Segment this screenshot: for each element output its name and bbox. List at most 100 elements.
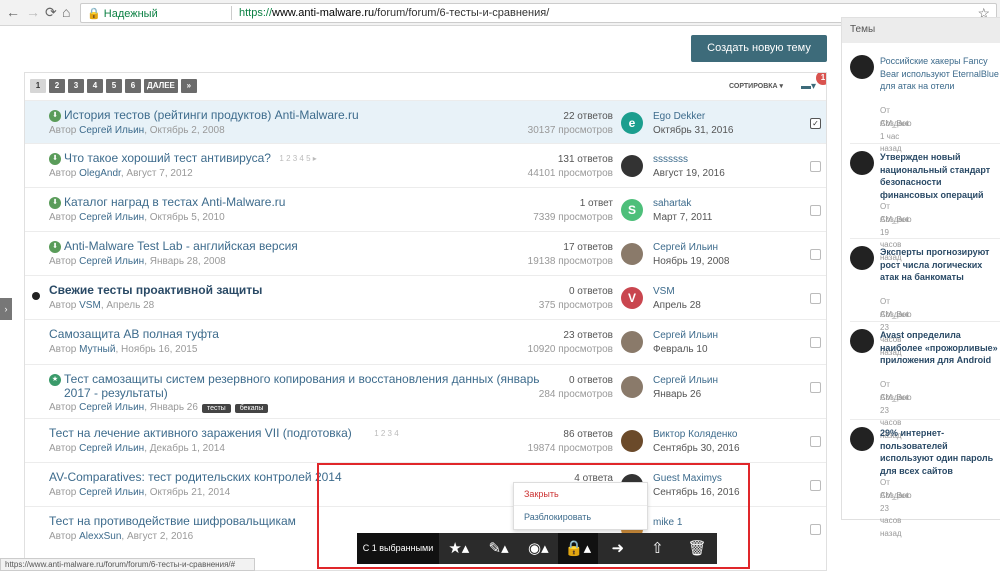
page-4[interactable]: 4 — [87, 79, 103, 93]
avatar[interactable] — [621, 376, 643, 398]
sidebar-title: Темы — [842, 18, 1000, 43]
topic-stats: 23 ответов 10920 просмотров — [527, 330, 613, 355]
topic-meta: Автор VSM, Апрель 28 — [49, 300, 155, 311]
topic-stats: 22 ответов 30137 просмотров — [527, 111, 613, 136]
row-select-checkbox[interactable] — [810, 161, 821, 172]
home-icon[interactable]: ⌂ — [62, 4, 70, 20]
last-poster-link[interactable]: Сергей Ильин — [653, 329, 718, 343]
row-select-checkbox[interactable] — [810, 249, 821, 260]
sidebar-topic-title[interactable]: Утвержден новый национальный стандарт бе… — [880, 151, 1000, 201]
avatar[interactable]: S — [621, 199, 643, 221]
author-link[interactable]: Сергей Ильин — [79, 256, 144, 267]
avatar[interactable] — [621, 331, 643, 353]
create-topic-button[interactable]: Создать новую тему — [691, 35, 827, 62]
topic-pages[interactable]: 1 2 3 4 5 ▸ — [279, 154, 316, 163]
table-row[interactable]: Свежие тесты проактивной защиты Автор VSM… — [25, 275, 826, 319]
topic-title-link[interactable]: Тест на лечение активного заражения VII … — [49, 426, 352, 440]
row-select-checkbox[interactable] — [810, 480, 821, 491]
topic-title-link[interactable]: История тестов (рейтинги продуктов) Anti… — [64, 108, 359, 122]
row-select-checkbox[interactable] — [810, 524, 821, 535]
topic-title-link[interactable]: Что такое хороший тест антивируса? — [64, 151, 271, 165]
sidebar-topic-title[interactable]: Эксперты прогнозируют рост числа логичес… — [880, 246, 1000, 284]
last-poster-link[interactable]: Сергей Ильин — [653, 374, 718, 388]
row-select-checkbox[interactable] — [810, 382, 821, 393]
last-poster-link[interactable]: VSM — [653, 285, 701, 299]
table-row[interactable]: ⬇ Каталог наград в тестах Anti-Malware.ru… — [25, 187, 826, 231]
last-poster-link[interactable]: sssssss — [653, 153, 725, 167]
moderation-select-icon[interactable]: ▬▾ — [801, 81, 816, 92]
pinned-icon: ⬇ — [49, 241, 61, 253]
sidebar-topic-title[interactable]: 29% интернет-пользователей используют од… — [880, 427, 1000, 477]
topic-title-link[interactable]: Тест на противодействие шифровальщикам — [49, 514, 296, 528]
table-row[interactable]: ⬇ История тестов (рейтинги продуктов) Ant… — [25, 100, 826, 143]
divider — [850, 143, 1000, 144]
topic-tag[interactable]: бекапы — [234, 404, 269, 413]
author-link[interactable]: AlexxSun — [79, 531, 121, 542]
topic-stats: 1 ответ 7339 просмотров — [533, 198, 613, 223]
last-poster-link[interactable]: Ego Dekker — [653, 110, 733, 124]
row-select-checkbox[interactable] — [810, 205, 821, 216]
sidebar-topic-time: Создано 1 час назад — [880, 119, 912, 153]
avatar[interactable] — [621, 430, 643, 452]
topic-meta: Автор Мутный, Ноябрь 16, 2015 — [49, 344, 198, 355]
author-link[interactable]: Сергей Ильин — [79, 125, 144, 136]
topic-title-link[interactable]: Anti-Malware Test Lab - английская верси… — [64, 239, 298, 253]
avatar[interactable]: e — [621, 112, 643, 134]
topic-title-link[interactable]: AV-Comparatives: тест родительских контр… — [49, 470, 342, 484]
page-3[interactable]: 3 — [68, 79, 84, 93]
last-poster-link[interactable]: sahartak — [653, 197, 712, 211]
divider — [231, 6, 232, 20]
author-link[interactable]: Сергей Ильин — [79, 443, 144, 454]
pinned-icon: ⬇ — [49, 110, 61, 122]
row-select-checkbox[interactable] — [810, 337, 821, 348]
page-1[interactable]: 1 — [30, 79, 46, 93]
row-select-checkbox[interactable] — [810, 436, 821, 447]
back-icon[interactable]: ← — [6, 4, 20, 20]
topic-meta: Автор Сергей Ильин, Декабрь 1, 2014 — [49, 443, 225, 454]
divider — [850, 419, 1000, 420]
sidebar-topic-title[interactable]: Российские хакеры Fancy Bear используют … — [880, 55, 1000, 93]
author-link[interactable]: Сергей Ильин — [79, 402, 144, 413]
author-link[interactable]: Мутный — [79, 344, 115, 355]
row-select-checkbox[interactable]: ✓ — [810, 118, 821, 129]
page-5[interactable]: 5 — [106, 79, 122, 93]
topic-meta: Автор Сергей Ильин, Октябрь 21, 2014 — [49, 487, 231, 498]
topic-title-link-line2[interactable]: 2017 - результаты) — [64, 386, 168, 400]
avatar[interactable] — [621, 155, 643, 177]
table-row[interactable]: ⬇ Anti-Malware Test Lab - английская верс… — [25, 231, 826, 275]
reload-icon[interactable]: ⟳ — [45, 4, 57, 21]
topic-pages[interactable]: 1 2 3 4 — [374, 429, 398, 438]
avatar[interactable] — [621, 243, 643, 265]
expand-sidebar-icon[interactable]: › — [0, 298, 12, 320]
topic-title-link[interactable]: Свежие тесты проактивной защиты — [49, 283, 262, 297]
table-row[interactable]: Тест на лечение активного заражения VII … — [25, 418, 826, 462]
author-link[interactable]: Сергей Ильин — [79, 487, 144, 498]
forward-icon[interactable]: → — [26, 4, 40, 20]
page-6[interactable]: 6 — [125, 79, 141, 93]
table-row[interactable]: ★ Тест самозащиты систем резервного копир… — [25, 364, 826, 418]
author-link[interactable]: Сергей Ильин — [79, 212, 144, 223]
page-2[interactable]: 2 — [49, 79, 65, 93]
row-select-checkbox[interactable] — [810, 293, 821, 304]
last-poster-link[interactable]: Виктор Коляденко — [653, 428, 740, 442]
selection-count-badge: 1 — [816, 73, 826, 85]
author-link[interactable]: OlegAndr — [79, 168, 121, 179]
topic-title-link[interactable]: Каталог наград в тестах Anti-Malware.ru — [64, 195, 285, 209]
topic-stats: 86 ответов 19874 просмотров — [527, 429, 613, 454]
author-link[interactable]: VSM — [79, 300, 101, 311]
last-poster-link[interactable]: Сергей Ильин — [653, 241, 729, 255]
pinned-icon: ⬇ — [49, 153, 61, 165]
page-next[interactable]: ДАЛЕЕ — [144, 79, 178, 93]
table-row[interactable]: ⬇ Что такое хороший тест антивируса? 1 2 3… — [25, 143, 826, 187]
topic-title-link[interactable]: Самозащита АВ полная туфта — [49, 327, 219, 341]
table-row[interactable]: Самозащита АВ полная туфта Автор Мутный, … — [25, 319, 826, 364]
page-last[interactable]: » — [180, 79, 197, 93]
avatar[interactable]: V — [621, 287, 643, 309]
topic-title-link[interactable]: Тест самозащиты систем резервного копиро… — [64, 372, 540, 386]
sort-dropdown[interactable]: СОРТИРОВКА ▾ — [729, 82, 783, 90]
avatar — [850, 151, 874, 175]
topic-tag[interactable]: тесты — [201, 404, 231, 413]
divider — [850, 321, 1000, 322]
url-text: https://www.anti-malware.ru/forum/forum/… — [239, 7, 550, 19]
sidebar-topic-title[interactable]: Avast определила наиболее «прожорливые» … — [880, 329, 1000, 367]
